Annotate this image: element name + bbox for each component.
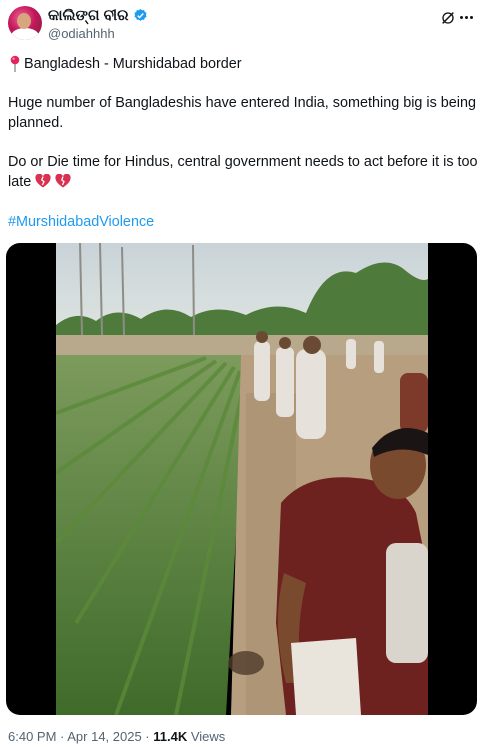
round-pushpin-icon	[10, 55, 20, 72]
grok-icon[interactable]	[440, 10, 456, 26]
verified-badge-icon	[134, 8, 147, 21]
post-meta: 6:40 PM · Apr 14, 2025 · 11.4K Views	[8, 729, 225, 744]
views-label: Views	[187, 729, 226, 744]
location-line: Bangladesh - Murshidabad border	[8, 54, 478, 74]
post-header: କାଲିଙ୍ଗ ବୀର @odiahhhh	[8, 6, 476, 44]
avatar[interactable]	[8, 6, 42, 40]
post-paragraph-2: Do or Die time for Hindus, central gover…	[8, 152, 478, 192]
broken-heart-icon	[55, 174, 71, 188]
avatar-face	[17, 13, 31, 29]
post-timestamp[interactable]: 6:40 PM · Apr 14, 2025 ·	[8, 729, 153, 744]
avatar-shirt	[11, 28, 39, 40]
views-count: 11.4K	[153, 729, 188, 744]
paragraph-2-text: Do or Die time for Hindus, central gover…	[8, 154, 478, 190]
hashtag-link[interactable]: #MurshidabadViolence	[8, 212, 478, 232]
video-player[interactable]	[6, 243, 477, 715]
video-frame	[56, 243, 428, 715]
display-name[interactable]: କାଲିଙ୍ଗ ବୀର	[48, 7, 129, 24]
location-text: Bangladesh - Murshidabad border	[24, 56, 242, 72]
post-paragraph-1: Huge number of Bangladeshis have entered…	[8, 95, 477, 131]
broken-heart-icon	[35, 174, 51, 188]
name-row: କାଲିଙ୍ଗ ବୀର	[48, 7, 148, 24]
more-options-icon[interactable]	[460, 16, 476, 20]
user-handle[interactable]: @odiahhhh	[48, 26, 115, 41]
